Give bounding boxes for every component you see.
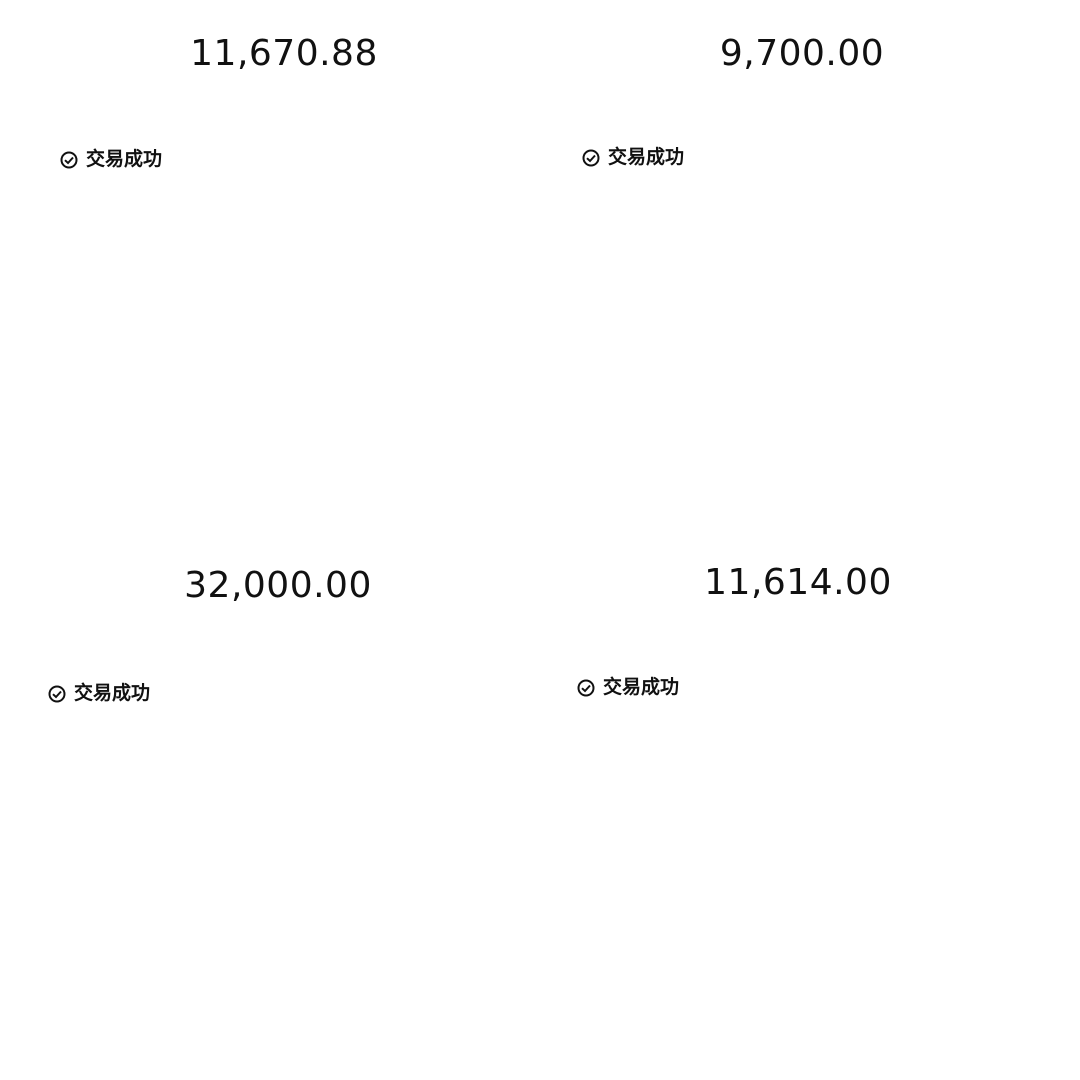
transaction-status: 交易成功 xyxy=(48,684,150,703)
transaction-amount: 9,700.00 xyxy=(719,33,885,74)
transaction-amount: 11,614.00 xyxy=(704,562,892,603)
transaction-panel-1[interactable]: 11,670.88 交易成功 xyxy=(0,0,540,540)
transaction-status-label: 交易成功 xyxy=(74,682,151,704)
transaction-amount: 32,000.00 xyxy=(184,565,372,606)
transaction-panel-4[interactable]: 11,614.00 交易成功 xyxy=(540,540,1080,1080)
success-check-icon xyxy=(577,679,595,697)
transaction-status-label: 交易成功 xyxy=(608,146,685,168)
success-check-icon xyxy=(48,685,66,703)
transaction-status: 交易成功 xyxy=(577,678,679,697)
transaction-status-label: 交易成功 xyxy=(603,676,680,698)
success-check-icon xyxy=(582,149,600,167)
transaction-panel-2[interactable]: 9,700.00 交易成功 xyxy=(540,0,1080,540)
transaction-status: 交易成功 xyxy=(582,148,684,167)
success-check-icon xyxy=(60,151,78,169)
transaction-status-label: 交易成功 xyxy=(86,148,163,170)
transaction-status: 交易成功 xyxy=(60,150,162,169)
transaction-amount: 11,670.88 xyxy=(190,33,378,74)
transaction-panel-3[interactable]: 32,000.00 交易成功 xyxy=(0,540,540,1080)
